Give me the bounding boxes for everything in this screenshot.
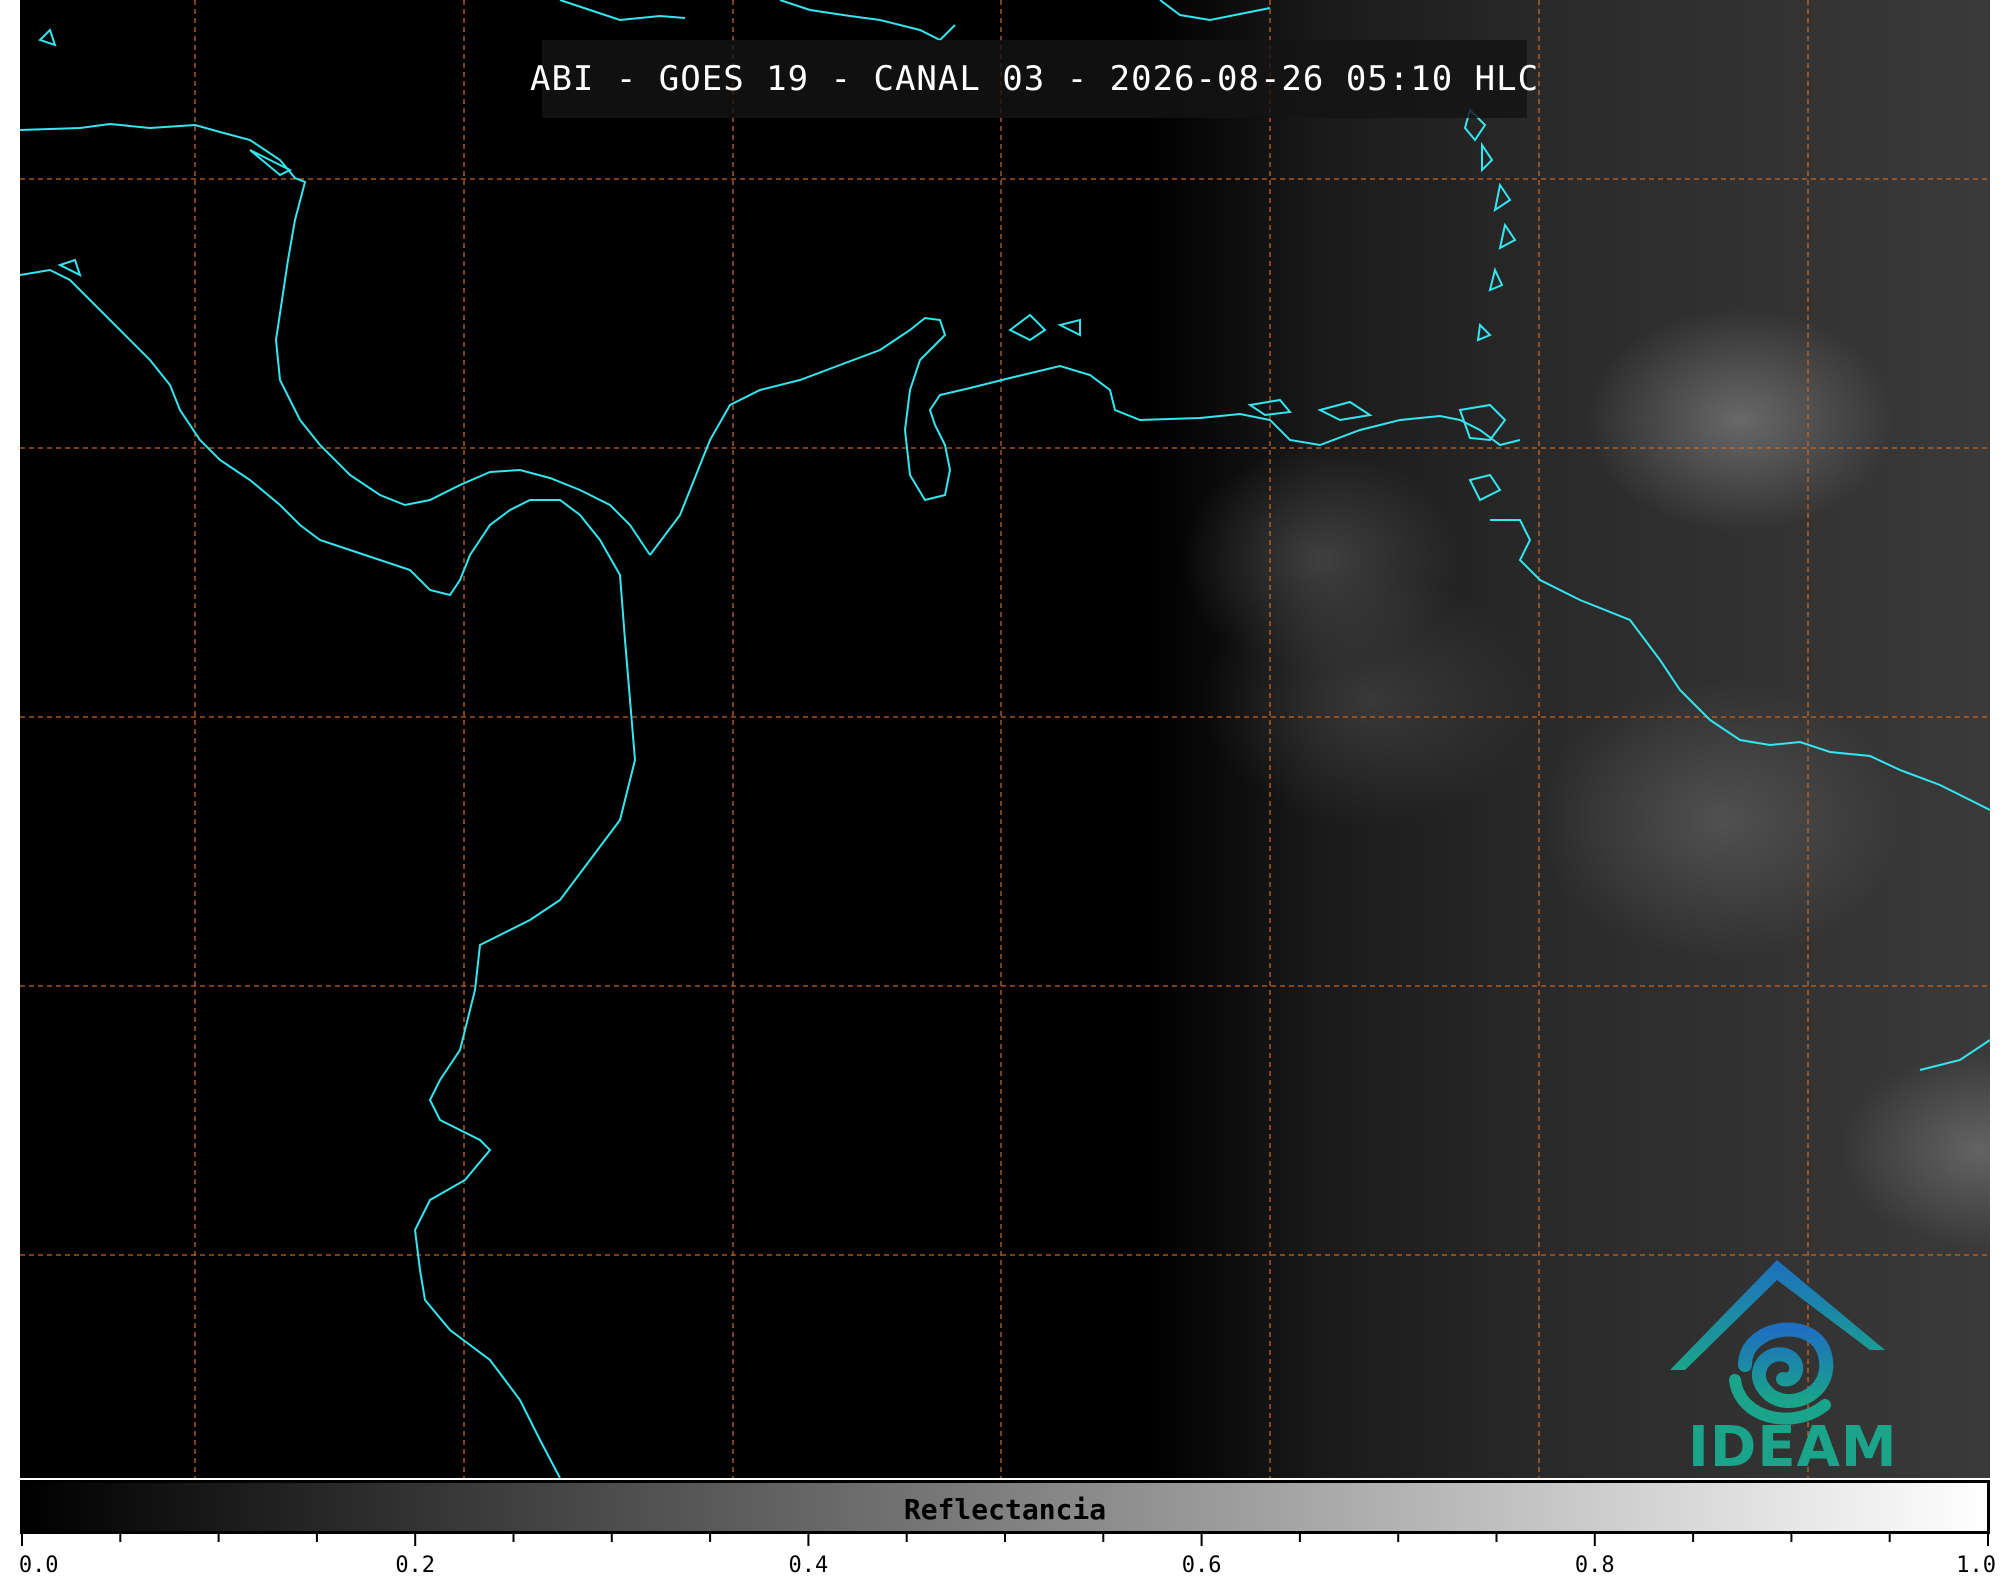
colorbar-tick-label: 0.8 xyxy=(1574,1553,1615,1578)
colorbar-label: Reflectancia xyxy=(903,1493,1107,1526)
coastline-guianas xyxy=(1490,519,1990,811)
coastline-trinidad xyxy=(1458,403,1507,502)
colorbar-tick-label: 0.6 xyxy=(1181,1553,1222,1578)
coastline-cuba xyxy=(559,0,686,22)
colorbar-tick-label: 0.4 xyxy=(788,1553,829,1578)
colorbar-ticks xyxy=(21,1534,1989,1546)
swirl-icon xyxy=(1738,1322,1834,1408)
coastline-hispaniola xyxy=(779,0,956,42)
colorbar: Reflectancia xyxy=(20,1480,1990,1534)
colorbar-tick-label: 0.0 xyxy=(18,1553,59,1578)
coastline-islands xyxy=(1008,313,1081,342)
coastline-mexico-central-america-north xyxy=(20,122,651,556)
coastline-amazon xyxy=(1919,1039,1990,1071)
map-title: ABI - GOES 19 - CANAL 03 - 2026-08-26 05… xyxy=(529,59,1540,99)
colorbar-tick-label: 0.2 xyxy=(395,1553,436,1578)
coastline-lesser-antilles xyxy=(1463,108,1517,342)
coastline-caribbean-colombia-venezuela xyxy=(649,316,1521,556)
title-box: ABI - GOES 19 - CANAL 03 - 2026-08-26 05… xyxy=(530,40,1538,118)
coastline-puerto-rico xyxy=(1159,0,1271,22)
coastline-islands-west xyxy=(38,28,82,277)
logo-text: IDEAM xyxy=(1688,1415,1898,1480)
colorbar-tick-label: 1.0 xyxy=(1956,1553,1996,1578)
coastline-abc-islands xyxy=(1247,398,1373,422)
